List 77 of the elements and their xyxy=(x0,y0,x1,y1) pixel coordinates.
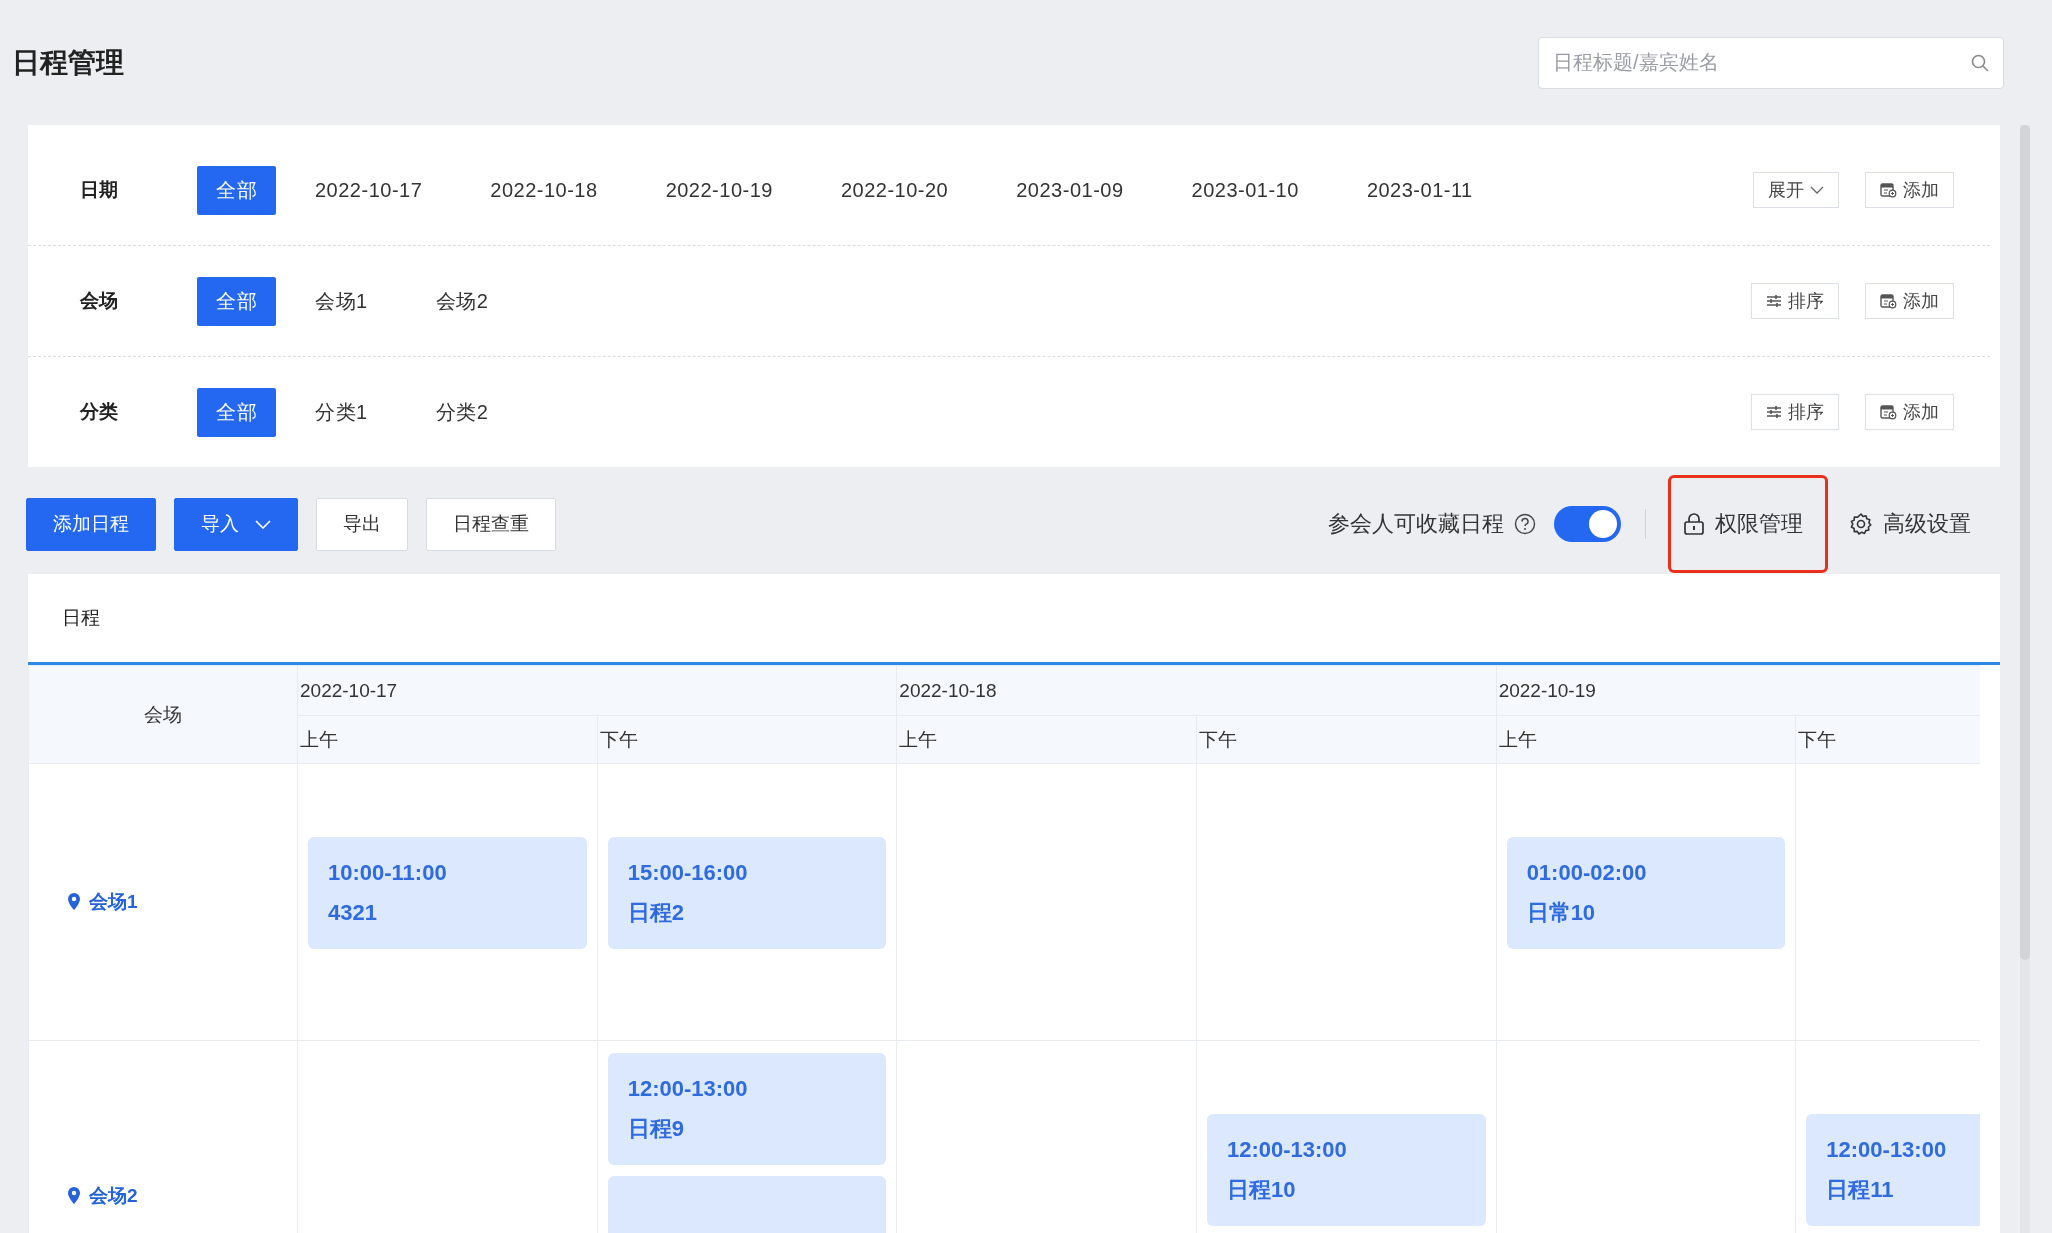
event-title: 日程10 xyxy=(1226,1176,1297,1204)
favorite-toggle-label: 参会人可收藏日程 xyxy=(1328,510,1504,538)
filter-option[interactable]: 全部 xyxy=(197,276,276,326)
event-time: 12:00-13:00 xyxy=(1826,1136,1948,1164)
filter-option[interactable]: 2023-01-09 xyxy=(987,165,1153,215)
event-card[interactable]: 01:00-02:00 日常10 xyxy=(1506,837,1786,949)
filter-option[interactable]: 分类2 xyxy=(406,387,518,437)
event-time: 10:00-11:00 xyxy=(328,859,448,887)
sort-button[interactable]: 排序 xyxy=(1751,283,1839,319)
calendar-add-icon xyxy=(1880,404,1897,420)
event-title: 日程11 xyxy=(1826,1176,1895,1204)
date-heading: 2022-10-19 xyxy=(1496,665,1980,716)
filter-option[interactable]: 2022-10-20 xyxy=(811,165,978,215)
event-card[interactable]: 15:00-16:00 日程2 xyxy=(607,837,887,949)
chevron-down-icon xyxy=(255,519,271,529)
sliders-icon xyxy=(1766,405,1782,419)
filter-label: 分类 xyxy=(79,400,119,424)
venue-heading: 会场 xyxy=(28,665,298,764)
half-day-heading: 下午 xyxy=(1795,715,1980,764)
event-title: 日程2 xyxy=(627,899,685,927)
toolbar-button[interactable]: 日程查重 xyxy=(426,497,556,551)
search-icon xyxy=(1970,52,1990,73)
add-button[interactable]: 添加 xyxy=(1865,394,1954,430)
sliders-icon xyxy=(1766,294,1782,308)
filter-option[interactable]: 2022-10-17 xyxy=(286,165,452,215)
half-day-heading: 下午 xyxy=(1196,715,1497,764)
half-day-heading: 上午 xyxy=(896,715,1197,764)
event-time: 01:00-02:00 xyxy=(1526,859,1648,887)
filter-option[interactable]: 2022-10-18 xyxy=(461,165,627,215)
import-dropdown-button[interactable]: 导入 xyxy=(174,497,298,551)
event-time: 15:00-16:00 xyxy=(627,859,749,887)
filter-option[interactable]: 全部 xyxy=(197,165,276,215)
permission-button[interactable]: 权限管理 xyxy=(1668,475,1828,573)
add-schedule-button[interactable]: 添加日程 xyxy=(26,497,156,551)
filter-option[interactable]: 会场2 xyxy=(406,276,518,326)
help-icon[interactable] xyxy=(1514,513,1536,535)
event-title: 4321 xyxy=(328,899,378,927)
add-button[interactable]: 添加 xyxy=(1865,172,1954,208)
event-time: 12:00-13:00 xyxy=(627,1075,749,1103)
filter-option[interactable]: 2023-01-11 xyxy=(1337,165,1502,215)
calendar-add-icon xyxy=(1880,293,1897,309)
date-heading: 2022-10-17 xyxy=(297,665,897,716)
settings-icon xyxy=(1849,512,1873,536)
venue-label: 会场1 xyxy=(67,888,138,915)
venue-label: 会场2 xyxy=(67,1182,138,1209)
filter-option[interactable]: 会场1 xyxy=(286,276,397,326)
event-card[interactable]: 10:00-11:00 4321 xyxy=(308,837,587,949)
event-title: 日程9 xyxy=(627,1115,685,1143)
event-card[interactable]: 12:00-13:00 日程9 xyxy=(607,1053,887,1165)
event-time: 12:00-13:00 xyxy=(1226,1136,1348,1164)
location-pin-icon xyxy=(67,892,81,912)
settings-button[interactable]: 高级设置 xyxy=(1838,506,1982,542)
filter-option[interactable]: 2023-01-10 xyxy=(1162,165,1328,215)
half-day-heading: 上午 xyxy=(1496,715,1796,764)
location-pin-icon xyxy=(67,1186,81,1206)
page-title: 日程管理 xyxy=(12,45,124,80)
date-heading: 2022-10-18 xyxy=(896,665,1497,716)
schedule-tab[interactable]: 日程 xyxy=(62,605,100,631)
toolbar-button[interactable]: 导出 xyxy=(316,497,408,551)
expand-button[interactable]: 展开 xyxy=(1753,172,1839,208)
half-day-heading: 上午 xyxy=(297,715,598,764)
toggle-switch[interactable] xyxy=(1554,506,1621,542)
event-title: 日常10 xyxy=(1526,899,1597,927)
filter-option[interactable]: 分类1 xyxy=(286,387,397,437)
filter-label: 会场 xyxy=(79,289,119,313)
filter-option[interactable]: 2022-10-19 xyxy=(636,165,802,215)
calendar-add-icon xyxy=(1880,182,1897,198)
search-field[interactable]: 日程标题/嘉宾姓名 xyxy=(1538,36,2004,89)
filter-label: 日期 xyxy=(79,178,119,202)
add-button[interactable]: 添加 xyxy=(1865,283,1954,319)
event-card[interactable]: 12:00-13:00 日程10 xyxy=(1206,1114,1486,1226)
lock-icon xyxy=(1683,512,1705,536)
chevron-down-icon xyxy=(1810,186,1824,194)
event-card[interactable]: 12:00-13:00 日程11 xyxy=(1806,1114,1980,1226)
half-day-heading: 下午 xyxy=(597,715,897,764)
filter-option[interactable]: 全部 xyxy=(197,387,276,437)
sort-button[interactable]: 排序 xyxy=(1751,394,1839,430)
